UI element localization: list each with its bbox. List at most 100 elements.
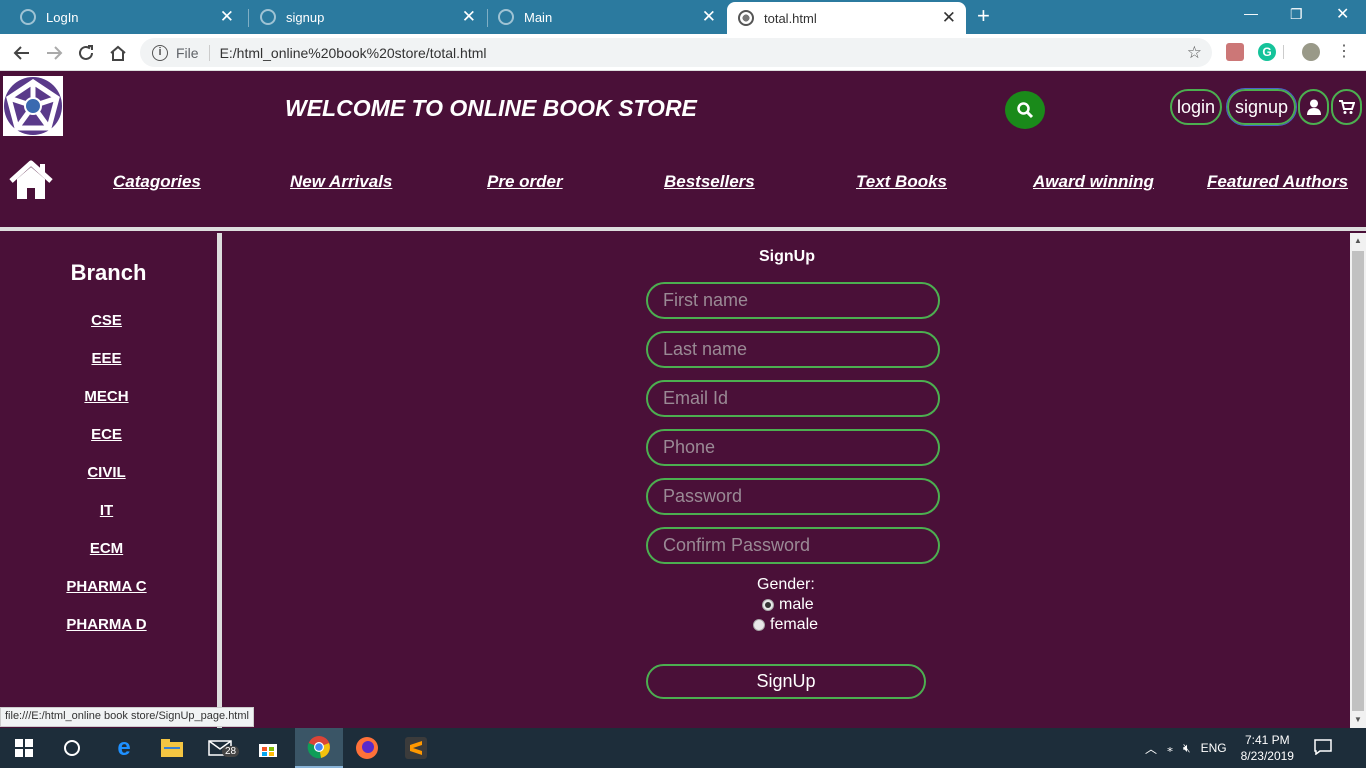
forward-icon[interactable] — [42, 41, 66, 65]
branch-link-mech[interactable]: MECH — [0, 388, 213, 405]
menu-kebab-icon[interactable]: ⋮ — [1336, 43, 1352, 61]
tab-login[interactable]: LogIn ✕ — [8, 0, 244, 34]
nav-featured-authors[interactable]: Featured Authors — [1207, 172, 1348, 192]
clock-time: 7:41 PM — [1244, 733, 1290, 747]
omnibox-divider — [208, 44, 210, 61]
cart-button[interactable] — [1331, 89, 1362, 125]
search-icon — [1017, 102, 1034, 119]
last-name-field[interactable] — [646, 331, 940, 368]
info-icon[interactable]: i — [152, 44, 168, 61]
gender-option-female[interactable]: female — [753, 616, 818, 634]
scheme-label: File — [176, 44, 199, 61]
back-icon[interactable] — [10, 41, 34, 65]
cortana-search-icon[interactable] — [48, 728, 96, 768]
nav-new-arrivals[interactable]: New Arrivals — [290, 172, 392, 192]
restore-icon[interactable]: ❐ — [1290, 6, 1303, 23]
grammarly-icon[interactable]: G — [1258, 43, 1276, 61]
firefox-icon[interactable] — [343, 728, 391, 768]
store-icon[interactable] — [244, 728, 292, 768]
header-divider — [0, 227, 1366, 231]
close-window-icon[interactable]: ✕ — [1336, 4, 1349, 24]
nav-pre-order[interactable]: Pre order — [487, 172, 563, 192]
first-name-field[interactable] — [646, 282, 940, 319]
tab-total[interactable]: total.html ✕ — [727, 2, 966, 34]
home-browser-icon[interactable] — [106, 41, 130, 65]
branch-link-civil[interactable]: CIVIL — [0, 464, 213, 481]
login-button[interactable]: login — [1170, 89, 1222, 125]
password-field[interactable] — [646, 478, 940, 515]
radio-male[interactable] — [762, 599, 774, 611]
phone-field[interactable] — [646, 429, 940, 466]
nav-text-books[interactable]: Text Books — [856, 172, 947, 192]
cart-icon — [1338, 100, 1355, 114]
address-bar[interactable]: i File E:/html_online%20book%20store/tot… — [140, 38, 1212, 67]
branch-link-pharma-c[interactable]: PHARMA C — [0, 578, 213, 595]
reload-icon[interactable] — [74, 41, 98, 65]
close-tab-icon[interactable]: ✕ — [702, 8, 716, 25]
scroll-down-icon[interactable]: ▼ — [1350, 712, 1366, 728]
branch-link-cse[interactable]: CSE — [0, 312, 213, 329]
tab-label: Main — [524, 9, 553, 25]
profile-avatar[interactable] — [1302, 43, 1320, 61]
user-icon — [1306, 99, 1321, 115]
sidebar-border — [217, 233, 222, 728]
wifi-icon[interactable]: ⁎ — [1167, 741, 1173, 755]
close-tab-icon[interactable]: ✕ — [942, 9, 956, 26]
nav-catagories[interactable]: Catagories — [113, 172, 201, 192]
branch-link-ece[interactable]: ECE — [0, 426, 213, 443]
globe-icon — [738, 10, 754, 26]
gender-male-label: male — [779, 596, 814, 613]
branch-link-it[interactable]: IT — [0, 502, 213, 519]
home-icon[interactable] — [8, 159, 54, 201]
chrome-icon[interactable] — [295, 728, 343, 768]
branch-link-ecm[interactable]: ECM — [0, 540, 213, 557]
site-title: WELCOME TO ONLINE BOOK STORE — [285, 95, 697, 121]
signup-button[interactable]: signup — [1226, 88, 1297, 126]
volume-muted-icon[interactable]: 🔇︎ — [1183, 741, 1191, 756]
minimize-icon[interactable]: — — [1244, 5, 1258, 21]
site-logo — [3, 76, 63, 136]
scroll-up-icon[interactable]: ▲ — [1350, 233, 1366, 249]
close-tab-icon[interactable]: ✕ — [462, 8, 476, 25]
browser-toolbar: i File E:/html_online%20book%20store/tot… — [0, 34, 1366, 71]
tab-separator — [248, 9, 249, 27]
nav-bestsellers[interactable]: Bestsellers — [664, 172, 755, 192]
action-center-icon[interactable] — [1314, 738, 1332, 758]
branch-title: Branch — [70, 260, 147, 285]
language-indicator[interactable]: ENG — [1201, 741, 1227, 755]
browser-titlebar: LogIn ✕ signup ✕ Main ✕ total.html ✕ + —… — [0, 0, 1366, 34]
extension-avatar-icon[interactable] — [1226, 43, 1244, 61]
mail-icon[interactable]: 28 — [196, 728, 244, 768]
sublime-text-icon[interactable] — [392, 728, 440, 768]
email-field[interactable] — [646, 380, 940, 417]
user-button[interactable] — [1298, 89, 1329, 125]
status-bar-url: file:///E:/html_online book store/SignUp… — [0, 707, 254, 727]
tray-chevron-up-icon[interactable]: ︿ — [1145, 740, 1157, 757]
tab-main[interactable]: Main ✕ — [490, 0, 726, 34]
branch-sidebar: Branch CSE EEE MECH ECE CIVIL IT ECM PHA… — [0, 233, 217, 728]
tab-signup[interactable]: signup ✕ — [250, 0, 486, 34]
close-tab-icon[interactable]: ✕ — [220, 8, 234, 25]
windows-start-icon[interactable] — [0, 728, 48, 768]
signup-submit-button[interactable]: SignUp — [646, 664, 926, 699]
gender-option-male[interactable]: male — [762, 596, 814, 614]
page-scrollbar[interactable]: ▲ ▼ — [1350, 233, 1366, 728]
branch-link-pharma-d[interactable]: PHARMA D — [0, 616, 213, 633]
system-tray: ︿ ⁎ 🔇︎ ENG 7:41 PM 8/23/2019 — [1145, 728, 1332, 768]
file-explorer-icon[interactable] — [148, 728, 196, 768]
radio-female[interactable] — [753, 619, 765, 631]
search-button[interactable] — [1005, 91, 1045, 129]
signup-form-title: SignUp — [759, 248, 815, 265]
edge-browser-icon[interactable]: e — [100, 728, 148, 768]
new-tab-icon[interactable]: + — [977, 4, 990, 28]
clock[interactable]: 7:41 PM 8/23/2019 — [1241, 732, 1294, 764]
nav-award-winning[interactable]: Award winning — [1033, 172, 1154, 192]
bookmark-star-icon[interactable]: ☆ — [1187, 43, 1202, 63]
confirm-password-field[interactable] — [646, 527, 940, 564]
scrollbar-thumb[interactable] — [1352, 251, 1364, 711]
tab-separator — [487, 9, 488, 27]
tab-label: signup — [286, 9, 325, 25]
url-text[interactable]: E:/html_online%20book%20store/total.html — [220, 45, 487, 61]
branch-link-eee[interactable]: EEE — [0, 350, 213, 367]
page-body: WELCOME TO ONLINE BOOK STORE login signu… — [0, 71, 1366, 728]
